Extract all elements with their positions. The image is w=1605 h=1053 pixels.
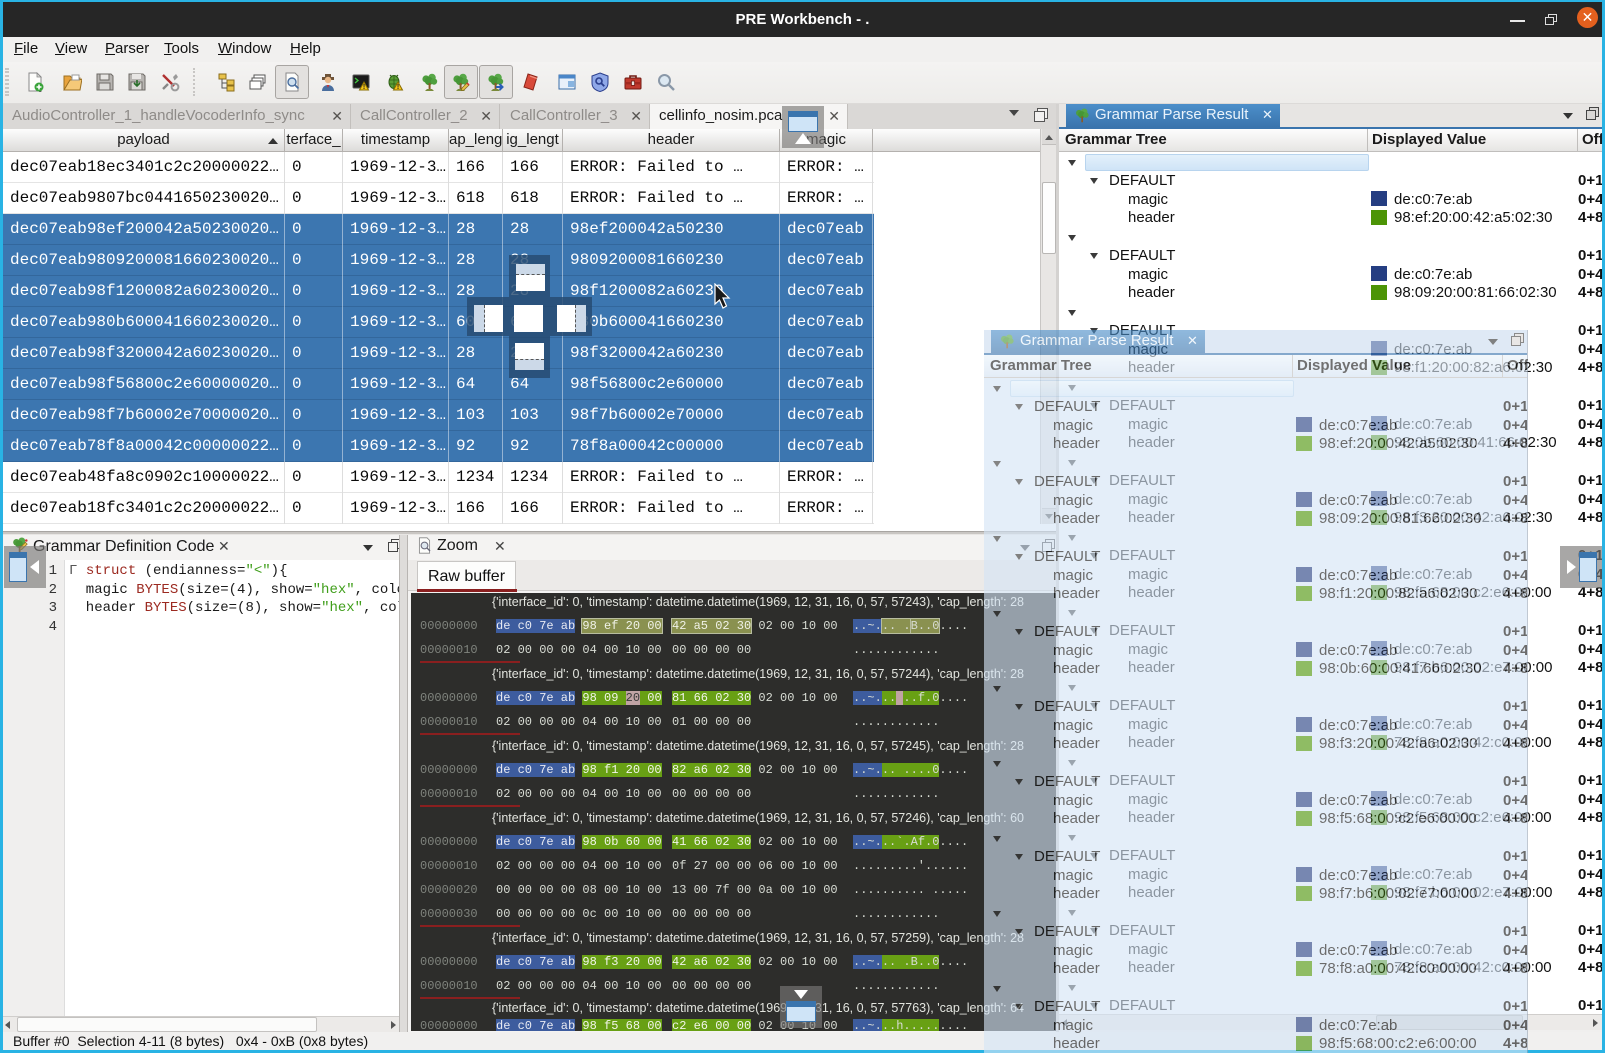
svg-text:!: ! [397, 84, 399, 91]
svg-text:!: ! [363, 84, 365, 91]
